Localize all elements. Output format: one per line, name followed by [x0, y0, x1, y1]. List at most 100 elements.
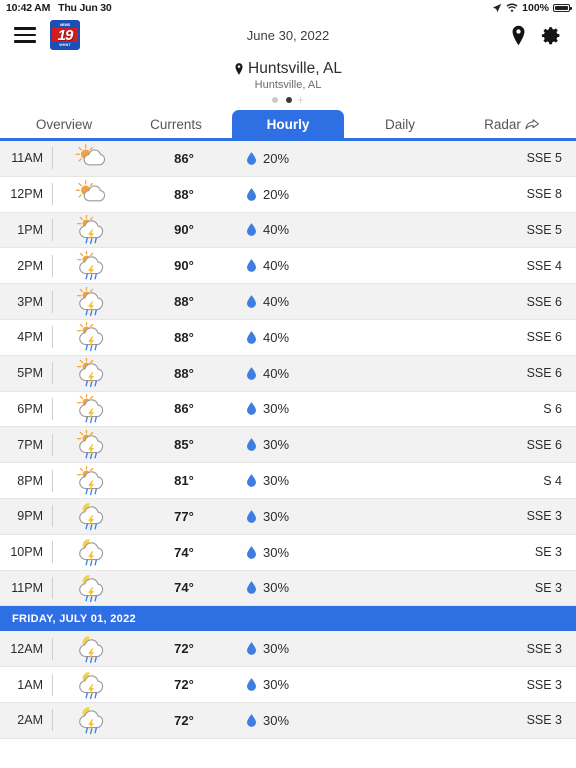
hourly-forecast-list: 11AM 86° 20% SSE 5 12PM 88° 20% SSE 8 1PM 90° … [0, 141, 576, 739]
wind-value: S 6 [543, 401, 562, 416]
moon-cloud-storm-icon [53, 501, 129, 531]
temperature-value: 90° [174, 222, 194, 238]
hourly-row[interactable]: 5PM 88° 40% SSE 6 [0, 355, 576, 392]
temperature-value: 88° [174, 329, 194, 345]
wind-value: SSE 3 [526, 713, 562, 728]
precipitation-drop-icon [247, 474, 256, 487]
hour-label: 4PM [17, 330, 43, 345]
location-block: Huntsville, AL Huntsville, AL + [0, 54, 576, 109]
hourly-row[interactable]: 7PM 85° 30% SSE 6 [0, 427, 576, 464]
hourly-row[interactable]: 11AM 86° 20% SSE 5 [0, 141, 576, 177]
temperature-value: 77° [174, 508, 194, 524]
precipitation-cell: 20% [239, 187, 359, 202]
precipitation-cell: 30% [239, 580, 359, 595]
page-dot-2[interactable] [285, 97, 292, 103]
hour-label: 5PM [17, 366, 43, 381]
page-dot-1[interactable] [271, 97, 278, 103]
sun-cloud-icon [53, 179, 129, 209]
battery-icon [553, 3, 572, 13]
precipitation-drop-icon [247, 438, 256, 452]
tab-currents-label: Currents [150, 117, 202, 132]
precipitation-value: 30% [263, 508, 290, 524]
sun-cloud-storm-icon [53, 429, 129, 460]
hourly-row[interactable]: 4PM 88° 40% SSE 6 [0, 319, 576, 356]
hour-label: 12AM [10, 641, 43, 656]
moon-cloud-storm-icon [53, 670, 129, 700]
hourly-row[interactable]: 12PM 88° 20% SSE 8 [0, 176, 576, 213]
precipitation-drop-icon [247, 509, 256, 523]
station-logo[interactable]: NEWS 19 WHNT [50, 20, 80, 50]
sun-cloud-storm-icon [53, 358, 129, 388]
hourly-row[interactable]: 6PM 86° 30% S 6 [0, 391, 576, 428]
hourly-row[interactable]: 11PM 74° 30% SE 3 [0, 570, 576, 607]
precipitation-value: 40% [263, 365, 290, 381]
hourly-row[interactable]: 1AM 72° 30% SSE 3 [0, 667, 576, 703]
precipitation-drop-icon [247, 713, 256, 727]
tab-overview[interactable]: Overview [8, 110, 120, 138]
precipitation-value: 30% [263, 677, 290, 693]
wind-value: SSE 3 [526, 509, 562, 524]
hourly-row[interactable]: 2PM 90° 40% SSE 4 [0, 248, 576, 285]
precipitation-value: 30% [263, 473, 290, 489]
hourly-row[interactable]: 12AM 72° 30% SSE 3 [0, 631, 576, 668]
precipitation-value: 20% [263, 150, 290, 166]
temperature-value: 90° [174, 258, 194, 274]
temperature-value: 72° [174, 641, 194, 657]
location-subtitle: Huntsville, AL [254, 79, 322, 91]
logo-callsign-label: WHNT [52, 42, 78, 48]
tab-bar: Overview Currents Hourly Daily Radar [0, 109, 576, 141]
hour-label: 3PM [17, 294, 43, 309]
hour-label: 9PM [17, 509, 43, 524]
precipitation-drop-icon [247, 259, 256, 273]
tab-currents[interactable]: Currents [120, 110, 232, 138]
wind-value: SE 3 [534, 580, 562, 595]
precipitation-cell: 20% [239, 151, 359, 166]
precipitation-value: 40% [263, 258, 290, 274]
precipitation-drop-icon [247, 152, 256, 165]
precipitation-value: 30% [263, 401, 290, 417]
precipitation-drop-icon [247, 581, 256, 595]
hamburger-menu-icon[interactable] [14, 23, 36, 47]
location-title-row: Huntsville, AL [0, 60, 576, 78]
precipitation-value: 30% [263, 580, 290, 596]
precipitation-cell: 30% [239, 713, 359, 728]
precipitation-cell: 30% [239, 677, 359, 692]
precipitation-cell: 40% [239, 294, 359, 309]
wind-value: SSE 5 [526, 222, 562, 237]
hourly-row[interactable]: 3PM 88° 40% SSE 6 [0, 284, 576, 320]
tab-overview-label: Overview [35, 117, 93, 132]
wind-value: SSE 6 [526, 366, 562, 381]
sun-cloud-storm-icon [53, 250, 129, 281]
wind-value: SSE 8 [526, 187, 562, 202]
hourly-row[interactable]: 9PM 77° 30% SSE 3 [0, 498, 576, 535]
tab-daily[interactable]: Daily [344, 110, 456, 138]
hourly-row[interactable]: 10PM 74° 30% SE 3 [0, 534, 576, 571]
add-location-button[interactable]: + [297, 93, 305, 106]
precipitation-cell: 40% [239, 330, 359, 345]
tab-radar[interactable]: Radar [456, 110, 568, 138]
temperature-value: 88° [174, 294, 194, 310]
hourly-row[interactable]: 8PM 81° 30% S 4 [0, 463, 576, 499]
hourly-row[interactable]: 2AM 72° 30% SSE 3 [0, 702, 576, 739]
wind-value: SSE 4 [526, 258, 562, 273]
hour-label: 6PM [17, 401, 43, 416]
hourly-row[interactable]: 1PM 90° 40% SSE 5 [0, 212, 576, 249]
precipitation-value: 40% [263, 222, 290, 238]
wind-value: SSE 6 [526, 437, 562, 452]
wind-value: SSE 6 [526, 294, 562, 309]
gear-icon[interactable] [541, 25, 562, 46]
location-arrow-icon [492, 3, 502, 13]
precipitation-drop-icon [247, 295, 256, 308]
moon-cloud-storm-icon [53, 634, 129, 664]
status-bar-date: Thu Jun 30 [58, 2, 112, 14]
tab-hourly[interactable]: Hourly [232, 110, 344, 138]
tab-daily-label: Daily [384, 117, 415, 132]
temperature-value: 74° [174, 544, 194, 560]
map-pin-icon[interactable] [510, 25, 527, 46]
wind-value: SSE 3 [526, 641, 562, 656]
share-arrow-icon [525, 119, 539, 130]
precipitation-drop-icon [247, 402, 256, 416]
precipitation-drop-icon [247, 187, 256, 201]
wind-value: SE 3 [534, 545, 562, 560]
precipitation-cell: 30% [239, 473, 359, 488]
